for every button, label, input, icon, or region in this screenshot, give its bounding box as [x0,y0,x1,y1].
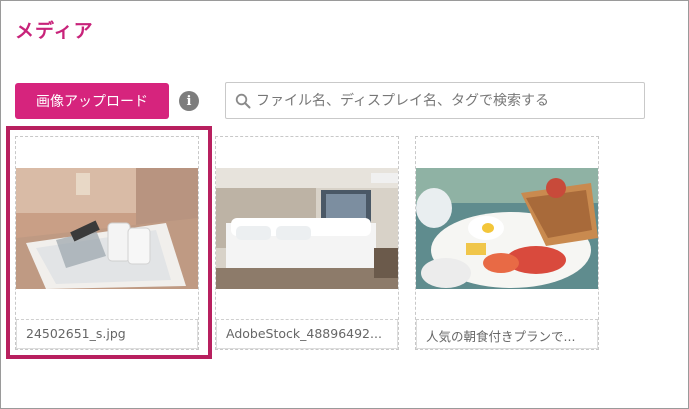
media-thumbnail [416,168,598,289]
selection-highlight [6,126,212,359]
upload-image-button[interactable]: 画像アップロード [15,83,169,119]
search-input[interactable] [256,87,636,114]
info-icon[interactable]: i [179,91,199,111]
search-icon [235,93,251,109]
media-item[interactable]: AdobeStock_48896492... [215,136,399,350]
page-title: メディア [15,20,94,42]
search-box[interactable] [225,82,645,119]
media-thumbnail [216,168,398,289]
media-filename: 人気の朝食付きプランで... [416,320,598,349]
media-item[interactable]: 人気の朝食付きプランで... [415,136,599,350]
media-filename: AdobeStock_48896492... [216,320,398,349]
media-panel: メディア 画像アップロード i 24502651_s.jpg [0,0,689,409]
